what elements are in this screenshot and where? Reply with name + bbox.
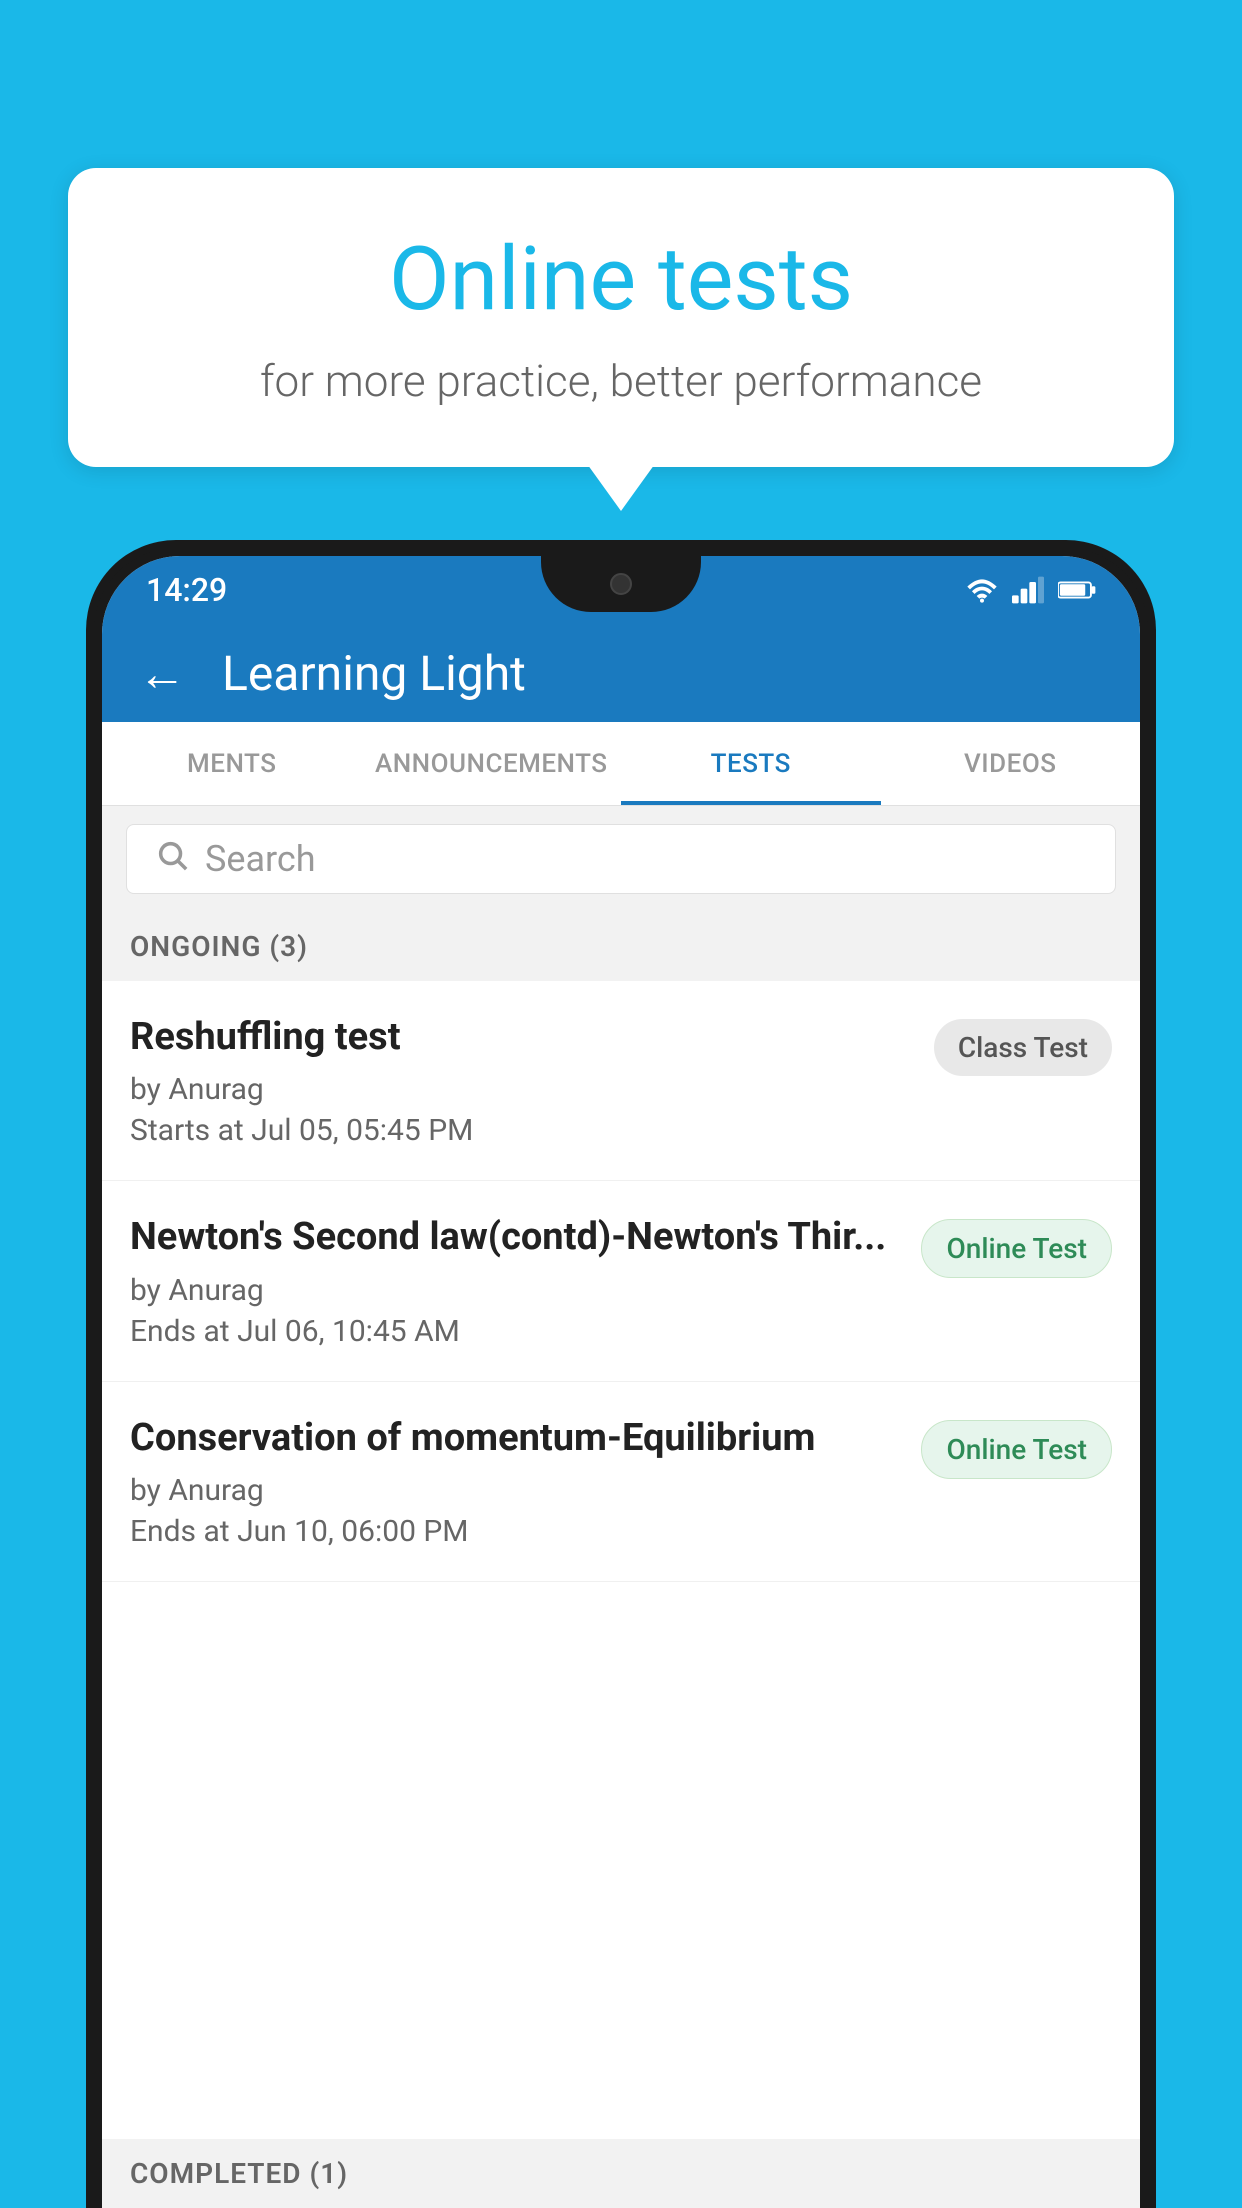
status-icons [966,576,1096,604]
phone-frame: 14:29 [86,540,1156,2208]
test-name-3: Conservation of momentum-Equilibrium [130,1414,901,1463]
camera-dot [610,573,632,595]
test-list: Reshuffling test by Anurag Starts at Jul… [102,981,1140,2139]
search-placeholder: Search [205,838,316,880]
phone-screen: 14:29 [102,556,1140,2208]
tabs-bar: MENTS ANNOUNCEMENTS TESTS VIDEOS [102,722,1140,806]
battery-icon [1058,579,1096,601]
test-name-2: Newton's Second law(contd)-Newton's Thir… [130,1213,901,1262]
app-title: Learning Light [222,645,526,702]
test-info-2: Newton's Second law(contd)-Newton's Thir… [130,1213,901,1348]
test-item-3[interactable]: Conservation of momentum-Equilibrium by … [102,1382,1140,1582]
bubble-subtitle: for more practice, better performance [148,355,1094,407]
tab-announcements[interactable]: ANNOUNCEMENTS [362,722,622,805]
app-bar: ← Learning Light [102,624,1140,722]
status-bar: 14:29 [102,556,1140,624]
signal-icon [1012,576,1044,604]
test-badge-2: Online Test [921,1219,1112,1278]
wifi-icon [966,576,998,604]
test-time-3: Ends at Jun 10, 06:00 PM [130,1514,901,1549]
test-time-1: Starts at Jul 05, 05:45 PM [130,1113,914,1148]
tab-videos[interactable]: VIDEOS [881,722,1141,805]
test-item-2[interactable]: Newton's Second law(contd)-Newton's Thir… [102,1181,1140,1381]
bubble-title: Online tests [148,228,1094,331]
test-author-2: by Anurag [130,1273,901,1308]
test-info-1: Reshuffling test by Anurag Starts at Jul… [130,1013,914,1148]
tab-ments[interactable]: MENTS [102,722,362,805]
test-name-1: Reshuffling test [130,1013,914,1062]
ongoing-section-header: ONGOING (3) [102,912,1140,981]
test-item-1[interactable]: Reshuffling test by Anurag Starts at Jul… [102,981,1140,1181]
completed-section-header: COMPLETED (1) [102,2139,1140,2208]
speech-bubble: Online tests for more practice, better p… [68,168,1174,467]
notch [541,556,701,612]
test-badge-1: Class Test [934,1019,1112,1076]
status-time: 14:29 [146,571,227,609]
search-container: Search [102,806,1140,912]
phone-inner: 14:29 [94,548,1148,2208]
test-badge-3: Online Test [921,1420,1112,1479]
back-button[interactable]: ← [138,645,186,702]
test-time-2: Ends at Jul 06, 10:45 AM [130,1314,901,1349]
test-author-3: by Anurag [130,1473,901,1508]
tab-tests[interactable]: TESTS [621,722,881,805]
test-author-1: by Anurag [130,1072,914,1107]
test-info-3: Conservation of momentum-Equilibrium by … [130,1414,901,1549]
search-bar[interactable]: Search [126,824,1116,894]
search-icon [155,838,189,881]
